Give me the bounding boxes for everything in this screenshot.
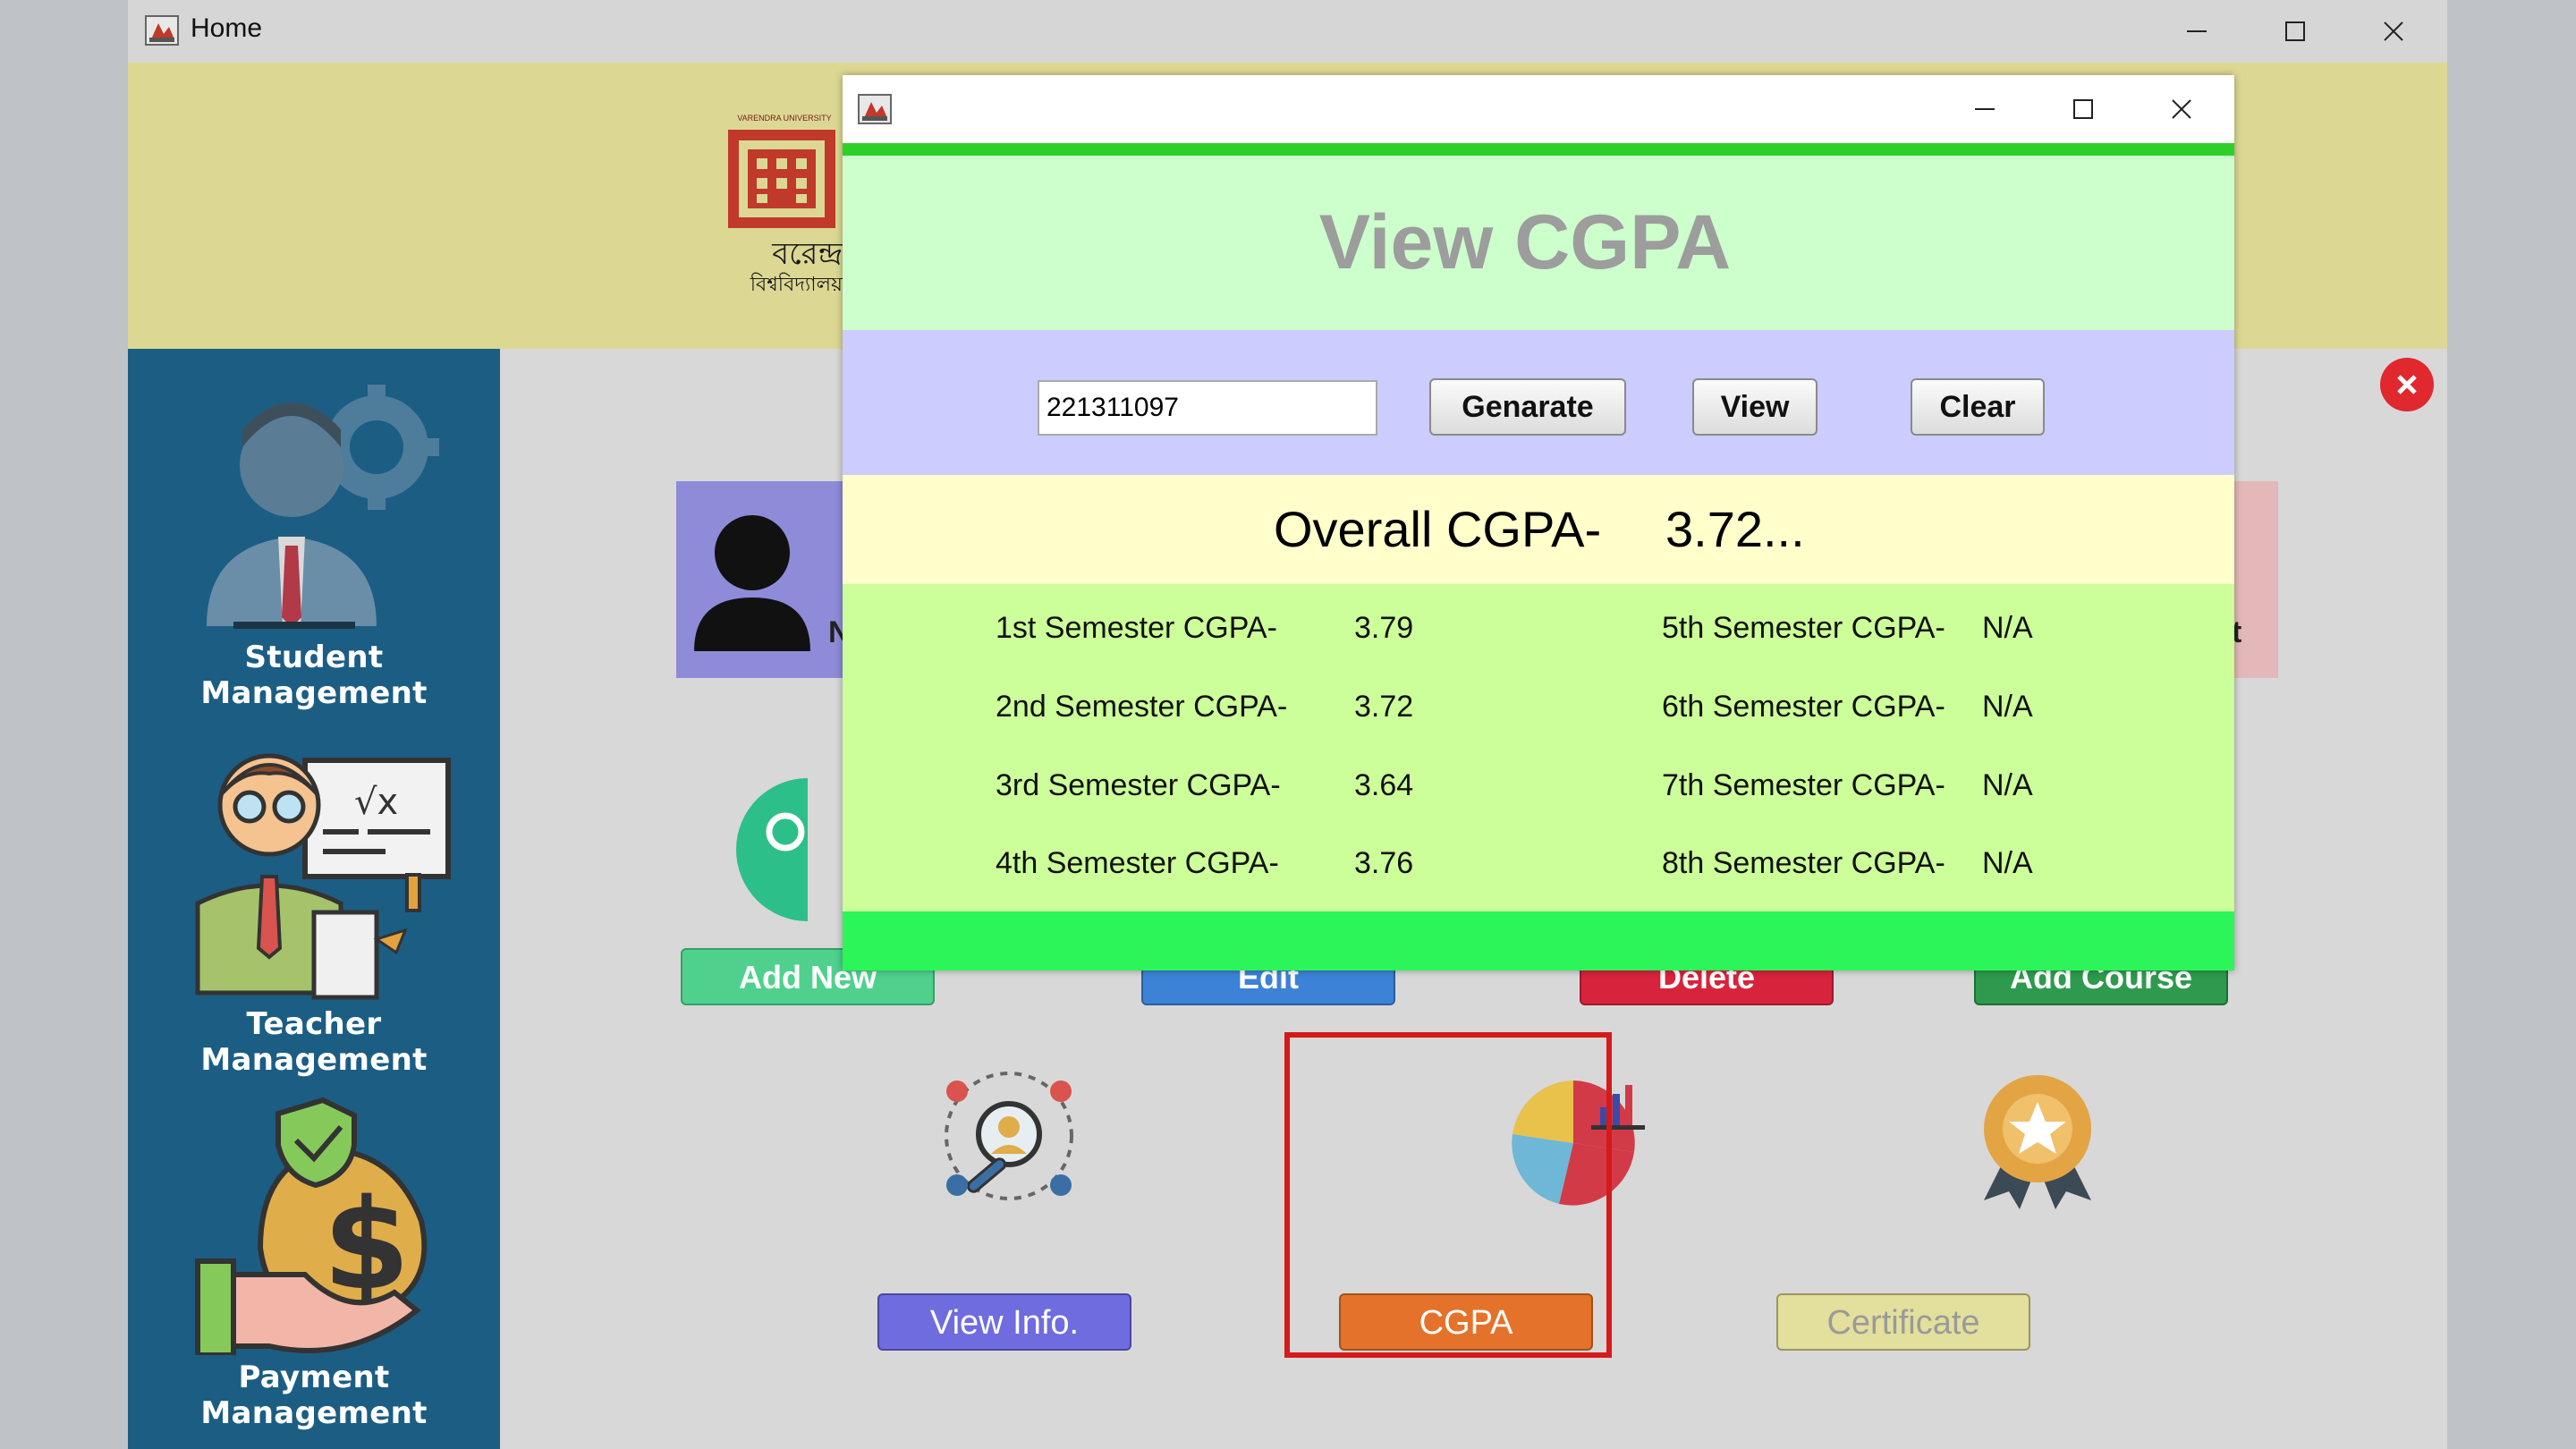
maximize-icon xyxy=(2285,21,2305,41)
semester-label: 6th Semester CGPA- xyxy=(1662,690,1945,724)
dialog-title: View CGPA xyxy=(1318,199,1732,285)
close-button[interactable] xyxy=(2344,0,2443,63)
semester-label: 5th Semester CGPA- xyxy=(1662,611,1945,645)
student-id-input[interactable] xyxy=(1038,380,1377,436)
certificate-button[interactable]: Certificate xyxy=(1776,1293,2030,1351)
dialog-search-bar: Genarate View Clear xyxy=(843,330,2234,475)
dialog-maximize-button[interactable] xyxy=(2034,75,2132,143)
dialog-accent-line xyxy=(843,143,2234,156)
java-app-icon xyxy=(145,15,179,46)
logo-bengali-line1: বরেন্দ্র xyxy=(771,236,843,272)
cgpa-highlight-box xyxy=(1284,1032,1612,1358)
course-card: t xyxy=(2232,481,2278,678)
main-titlebar: Home xyxy=(128,0,2447,63)
clear-button[interactable]: Clear xyxy=(1911,378,2045,436)
close-icon xyxy=(2397,375,2417,394)
semester-value: 3.79 xyxy=(1354,611,1414,645)
add-user-icon xyxy=(736,778,808,921)
close-icon xyxy=(2172,99,2191,119)
logo-bengali-line2: বিশ্ববিদ্যালয় xyxy=(750,273,843,296)
person-icon xyxy=(694,515,810,651)
overall-cgpa-value: 3.72... xyxy=(1665,501,1805,557)
close-icon xyxy=(2384,21,2403,41)
overall-cgpa-label: Overall CGPA- xyxy=(1274,501,1602,557)
close-panel-button[interactable] xyxy=(2380,358,2434,411)
maximize-icon xyxy=(2073,99,2093,119)
semester-label: 2nd Semester CGPA- xyxy=(996,690,1288,724)
view-info-button[interactable]: View Info. xyxy=(877,1293,1131,1351)
certificate-badge-icon xyxy=(1984,1075,2091,1209)
university-logo: VARENDRA UNIVERSITY বরেন্দ্র বিশ্ববিদ্যা… xyxy=(728,114,843,296)
semester-value: 3.76 xyxy=(1354,846,1414,880)
dialog-minimize-button[interactable] xyxy=(1936,75,2034,143)
logo-top-text: VARENDRA UNIVERSITY xyxy=(737,114,831,123)
minimize-icon xyxy=(2187,30,2207,32)
semester-label: 8th Semester CGPA- xyxy=(1662,846,1945,880)
overall-cgpa-row: Overall CGPA- 3.72... xyxy=(843,475,2234,584)
svg-text:√x: √x xyxy=(354,782,398,823)
sidebar-item-student-management[interactable]: Student Management xyxy=(128,367,500,711)
semester-value: 3.72 xyxy=(1354,690,1414,724)
dialog-header: View CGPA xyxy=(843,156,2234,330)
payment-management-icon: $ xyxy=(195,1097,428,1358)
semester-value: N/A xyxy=(1982,611,2033,645)
semester-value: N/A xyxy=(1982,690,2033,724)
student-management-icon xyxy=(207,385,439,629)
generate-button[interactable]: Genarate xyxy=(1429,378,1626,436)
java-app-icon xyxy=(858,94,892,124)
student-card: N xyxy=(676,481,851,678)
sidebar-item-label: Payment Management xyxy=(200,1360,428,1431)
window-title: Home xyxy=(191,13,263,43)
view-info-icon xyxy=(945,1072,1073,1200)
semester-cgpa-panel: 1st Semester CGPA- 3.79 2nd Semester CGP… xyxy=(843,584,2234,911)
sidebar-item-payment-management[interactable]: $ Payment Management xyxy=(128,1096,500,1431)
view-cgpa-dialog: View CGPA Genarate View Clear Overall CG… xyxy=(843,75,2234,970)
teacher-management-icon: √x xyxy=(195,753,451,1000)
sidebar-item-label: Teacher Management xyxy=(200,1006,428,1078)
view-button[interactable]: View xyxy=(1692,378,1818,436)
minimize-button[interactable] xyxy=(2148,0,2246,63)
semester-label: 3rd Semester CGPA- xyxy=(996,768,1281,802)
sidebar: Student Management √x Teacher Management… xyxy=(128,349,500,1449)
semester-label: 4th Semester CGPA- xyxy=(996,846,1279,880)
semester-label: 7th Semester CGPA- xyxy=(1662,768,1945,802)
dialog-titlebar xyxy=(843,75,2234,143)
semester-value: N/A xyxy=(1982,768,2033,802)
sidebar-item-teacher-management[interactable]: √x Teacher Management xyxy=(128,742,500,1078)
dialog-footer xyxy=(843,911,2234,970)
minimize-icon xyxy=(1975,108,1995,110)
semester-label: 1st Semester CGPA- xyxy=(996,611,1277,645)
dialog-close-button[interactable] xyxy=(2132,75,2231,143)
sidebar-item-label: Student Management xyxy=(200,640,428,711)
semester-value: 3.64 xyxy=(1354,768,1414,802)
semester-value: N/A xyxy=(1982,846,2033,880)
maximize-button[interactable] xyxy=(2246,0,2344,63)
